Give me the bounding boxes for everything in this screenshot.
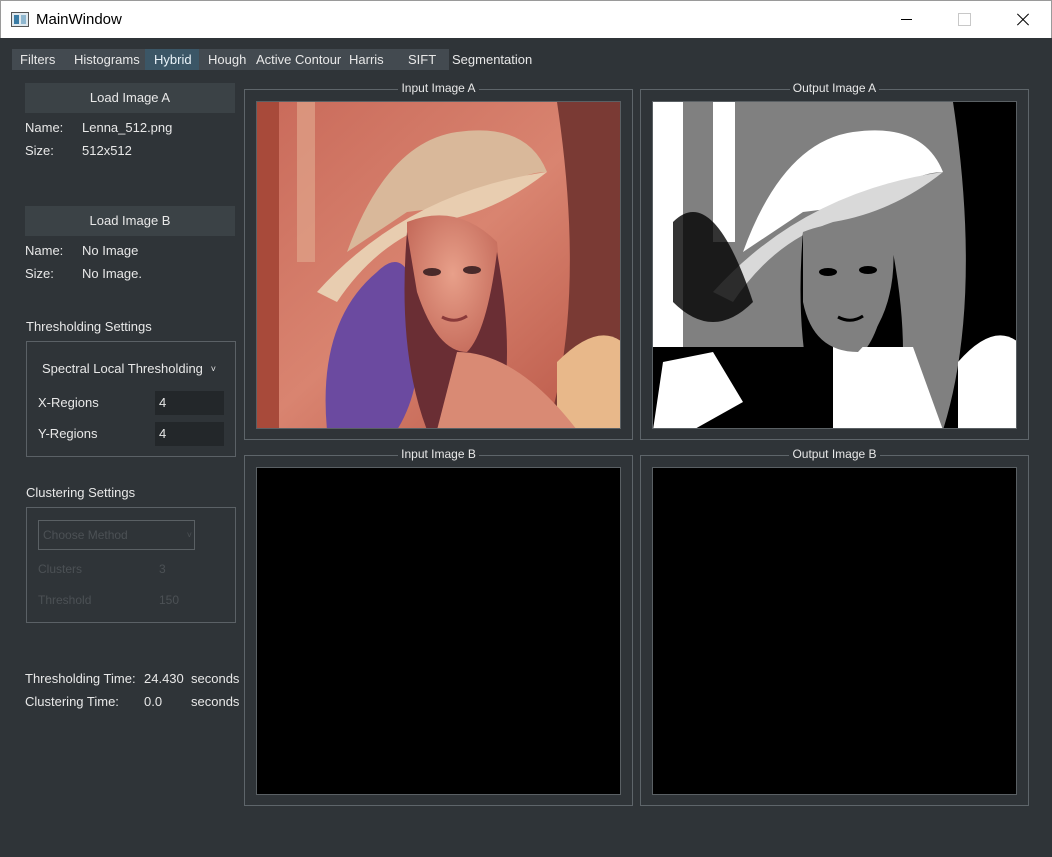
- tab-sift[interactable]: SIFT: [393, 49, 449, 70]
- image-b-size-value: No Image.: [82, 266, 142, 281]
- title-bar: MainWindow: [0, 0, 1052, 38]
- lenna-color-image: [257, 102, 620, 428]
- lenna-thresholded-image: [653, 102, 1016, 428]
- minimize-button[interactable]: [877, 1, 935, 38]
- thresholding-settings-group: Spectral Local Thresholding ˅ X-Regions …: [26, 341, 236, 457]
- clustering-time-unit: seconds: [191, 694, 240, 709]
- clustering-method-placeholder: Choose Method: [43, 528, 128, 542]
- output-image-a-title: Output Image A: [789, 81, 880, 95]
- chevron-down-icon: ˅: [186, 530, 192, 540]
- clustering-time-label: Clustering Time:: [25, 694, 119, 709]
- input-image-b-view: [256, 467, 621, 795]
- image-a-size-value: 512x512: [82, 143, 132, 158]
- y-regions-label: Y-Regions: [38, 426, 98, 441]
- input-image-b-title: Input Image B: [398, 447, 479, 461]
- input-image-b-panel: Input Image B: [244, 447, 633, 806]
- output-image-a-view: [652, 101, 1017, 429]
- tab-active-contour[interactable]: Active Contour: [249, 49, 341, 70]
- thresholding-time-unit: seconds: [191, 671, 240, 686]
- y-regions-input[interactable]: 4: [155, 422, 224, 446]
- output-image-b-panel: Output Image B: [640, 447, 1029, 806]
- close-button[interactable]: [993, 1, 1051, 38]
- output-image-b-view: [652, 467, 1017, 795]
- clustering-settings-group: Choose Method ˅ Clusters 3 Threshold 150: [26, 507, 236, 623]
- input-image-a-title: Input Image A: [398, 81, 479, 95]
- tab-bar: Filters Histograms Hybrid Hough Active C…: [12, 49, 538, 70]
- input-image-a-view: [256, 101, 621, 429]
- clusters-label: Clusters: [38, 562, 83, 576]
- image-b-name-label: Name:: [25, 243, 64, 258]
- tab-segmentation[interactable]: Segmentation: [449, 49, 538, 70]
- image-b-size-label: Size:: [25, 266, 54, 281]
- input-image-a-panel: Input Image A: [244, 81, 633, 440]
- image-a-name-value: Lenna_512.png: [82, 120, 173, 135]
- tab-hough[interactable]: Hough: [199, 49, 249, 70]
- load-image-a-button[interactable]: Load Image A: [25, 83, 235, 113]
- tab-harris[interactable]: Harris: [341, 49, 393, 70]
- app-icon: [11, 12, 29, 27]
- threshold-method-value: Spectral Local Thresholding: [42, 361, 203, 376]
- x-regions-input[interactable]: 4: [155, 391, 224, 415]
- window-title: MainWindow: [36, 11, 122, 28]
- clustering-method-select[interactable]: Choose Method ˅: [38, 520, 195, 550]
- image-a-size-label: Size:: [25, 143, 54, 158]
- maximize-button[interactable]: [935, 1, 993, 38]
- thresholding-time-value: 24.430: [144, 671, 184, 686]
- tab-filters[interactable]: Filters: [12, 49, 68, 70]
- tab-histograms[interactable]: Histograms: [68, 49, 145, 70]
- thresholding-settings-heading: Thresholding Settings: [26, 319, 152, 334]
- clustering-time-value: 0.0: [144, 694, 163, 709]
- clusters-value[interactable]: 3: [159, 562, 166, 576]
- threshold-label: Threshold: [38, 593, 92, 607]
- clustering-settings-heading: Clustering Settings: [26, 485, 136, 500]
- output-image-a-panel: Output Image A: [640, 81, 1029, 440]
- tab-hybrid[interactable]: Hybrid: [145, 49, 199, 70]
- threshold-value[interactable]: 150: [159, 593, 179, 607]
- image-a-name-label: Name:: [25, 120, 64, 135]
- image-b-name-value: No Image: [82, 243, 139, 258]
- chevron-down-icon: ˅: [210, 364, 216, 374]
- threshold-method-select[interactable]: Spectral Local Thresholding ˅: [28, 354, 234, 384]
- load-image-b-button[interactable]: Load Image B: [25, 206, 235, 236]
- thresholding-time-label: Thresholding Time:: [25, 671, 136, 686]
- x-regions-label: X-Regions: [38, 395, 99, 410]
- output-image-b-title: Output Image B: [789, 447, 880, 461]
